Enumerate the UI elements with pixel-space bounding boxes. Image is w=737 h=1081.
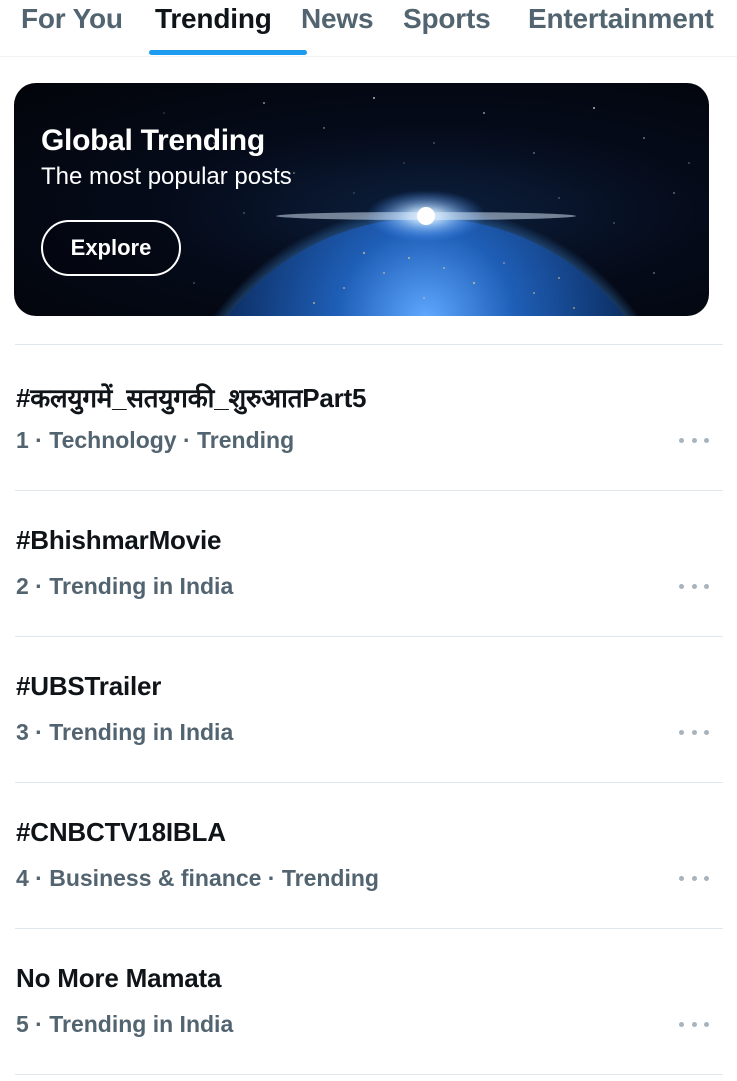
trend-item[interactable]: #CNBCTV18IBLA 4 · Business & finance · T… — [15, 782, 723, 928]
more-options-icon[interactable] — [679, 579, 709, 593]
tab-news[interactable]: News — [301, 0, 403, 56]
trend-title: #CNBCTV18IBLA — [16, 817, 226, 847]
more-options-icon[interactable] — [679, 725, 709, 739]
tab-sports-label: Sports — [403, 3, 491, 34]
explore-button[interactable]: Explore — [41, 220, 181, 276]
trend-meta: 2 · Trending in India — [16, 573, 234, 599]
tab-for-you-label: For You — [21, 3, 123, 34]
tab-for-you[interactable]: For You — [21, 0, 155, 56]
more-options-icon[interactable] — [679, 871, 709, 885]
banner-subtitle: The most popular posts — [41, 163, 292, 190]
trend-item[interactable]: #BhishmarMovie 2 · Trending in India — [15, 490, 723, 636]
trend-title: #कलयुगमें_सतयुगकी_शुरुआतPart5 — [16, 383, 367, 413]
trend-title: #UBSTrailer — [16, 671, 162, 701]
earth-globe-icon — [163, 97, 690, 316]
top-tab-bar: For You Trending News Sports Entertainme… — [0, 0, 737, 57]
trend-item[interactable]: #कलयुगमें_सतयुगकी_शुरुआतPart5 1 · Techno… — [15, 344, 723, 490]
active-tab-indicator — [149, 50, 307, 55]
more-options-icon[interactable] — [679, 433, 709, 447]
tab-entertainment[interactable]: Entertainment — [528, 0, 728, 56]
trend-meta: 3 · Trending in India — [16, 719, 234, 745]
banner-title: Global Trending — [41, 124, 265, 157]
tab-trending[interactable]: Trending — [149, 0, 307, 56]
tab-entertainment-label: Entertainment — [528, 3, 714, 34]
trend-item[interactable]: No More Mamata 5 · Trending in India — [15, 928, 723, 1075]
trend-meta: 5 · Trending in India — [16, 1011, 234, 1037]
trend-title: No More Mamata — [16, 963, 222, 993]
tab-trending-label: Trending — [155, 3, 272, 34]
more-options-icon[interactable] — [679, 1017, 709, 1031]
trend-meta: 1 · Technology · Trending — [16, 427, 295, 453]
trend-list: #कलयुगमें_सतयुगकी_शुरुआतPart5 1 · Techno… — [15, 344, 723, 1075]
trend-title: #BhishmarMovie — [16, 525, 222, 555]
tab-news-label: News — [301, 3, 374, 34]
global-trending-banner[interactable]: Global Trending The most popular posts E… — [14, 83, 709, 316]
tab-sports[interactable]: Sports — [403, 0, 528, 56]
trend-meta: 4 · Business & finance · Trending — [16, 865, 379, 891]
trend-item[interactable]: #UBSTrailer 3 · Trending in India — [15, 636, 723, 782]
